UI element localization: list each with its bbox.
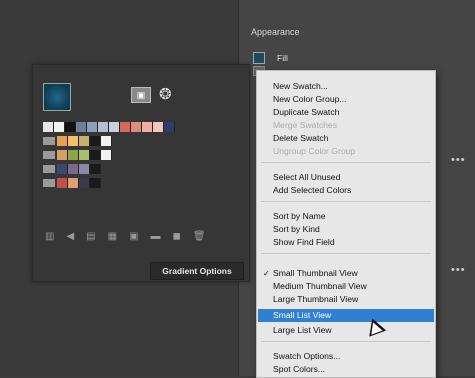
color-swatch[interactable]	[68, 150, 79, 160]
menu-item-sort-by-name[interactable]: Sort by Name	[273, 210, 326, 222]
menu-item-sort-by-kind[interactable]: Sort by Kind	[273, 223, 320, 235]
delete-swatch-icon[interactable]: 🗑	[193, 231, 206, 242]
color-swatch[interactable]	[98, 122, 109, 132]
color-swatch[interactable]	[68, 178, 79, 188]
color-swatch[interactable]	[101, 150, 112, 160]
menu-item-swatch-options[interactable]: Swatch Options...	[273, 350, 340, 362]
more-options-icon[interactable]: •••	[451, 264, 466, 276]
color-swatch[interactable]	[164, 122, 175, 132]
swatch-row-2	[43, 136, 112, 146]
menu-item-small-thumbnail-view[interactable]: Small Thumbnail View	[273, 267, 358, 279]
menu-item-spot-colors[interactable]: Spot Colors...	[273, 363, 325, 375]
menu-item-duplicate-swatch[interactable]: Duplicate Swatch	[273, 106, 339, 118]
menu-item-select-all-unused[interactable]: Select All Unused	[273, 171, 340, 183]
menu-item-delete-swatch[interactable]: Delete Swatch	[273, 132, 328, 144]
menu-item-merge-swatches: Merge Swatches	[273, 120, 338, 130]
color-swatch[interactable]	[109, 122, 120, 132]
color-blend-icon[interactable]: ❂	[159, 85, 172, 103]
color-swatch[interactable]	[120, 122, 131, 132]
menu-item-large-list-view[interactable]: Large List View	[273, 324, 332, 336]
color-swatch[interactable]	[153, 122, 164, 132]
current-fill-swatch[interactable]	[43, 83, 71, 111]
color-swatch[interactable]	[57, 178, 68, 188]
color-swatch[interactable]	[43, 122, 54, 132]
menu-item-small-list-view[interactable]: Small List View	[273, 309, 331, 321]
swatches-panel-menu: ✓ New Swatch... New Color Group... Dupli…	[256, 70, 436, 378]
library-icon[interactable]: ▥	[45, 231, 54, 242]
menu-item-ungroup-color-group: Ungroup Color Group	[273, 146, 356, 156]
color-swatch[interactable]	[65, 122, 76, 132]
fill-swatch[interactable]	[253, 52, 265, 64]
menu-separator	[261, 341, 431, 342]
color-swatch[interactable]	[57, 164, 68, 174]
swatch-row-4	[43, 164, 101, 174]
gradient-options-button[interactable]: Gradient Options	[150, 262, 244, 280]
menu-separator	[261, 253, 431, 254]
color-group-folder-icon[interactable]	[43, 137, 55, 145]
color-swatch[interactable]	[90, 150, 101, 160]
color-group-folder-icon[interactable]	[43, 151, 55, 159]
menu-item-large-thumbnail-view[interactable]: Large Thumbnail View	[273, 293, 358, 305]
color-swatch[interactable]	[57, 150, 68, 160]
swatch-row-3	[43, 150, 112, 160]
new-color-group-icon[interactable]: ▬	[151, 231, 161, 242]
color-group-folder-icon[interactable]	[43, 165, 55, 173]
menu-separator	[261, 201, 431, 202]
color-group-icon[interactable]: ▦	[108, 231, 117, 242]
color-swatch[interactable]	[68, 164, 79, 174]
color-swatch[interactable]	[90, 136, 101, 146]
menu-item-new-swatch[interactable]: New Swatch...	[273, 80, 328, 92]
color-group-folder-icon[interactable]	[43, 179, 55, 187]
color-swatch[interactable]	[87, 122, 98, 132]
color-swatch[interactable]	[142, 122, 153, 132]
menu-item-show-find-field[interactable]: Show Find Field	[273, 236, 335, 248]
color-swatch[interactable]	[90, 164, 101, 174]
color-swatch[interactable]	[76, 122, 87, 132]
menu-item-new-color-group[interactable]: New Color Group...	[273, 93, 347, 105]
color-swatch[interactable]	[101, 136, 112, 146]
color-swatch[interactable]	[68, 136, 79, 146]
more-options-icon[interactable]: •••	[451, 154, 466, 166]
check-icon: ✓	[263, 269, 270, 278]
edit-color-group-icon[interactable]: ▣	[129, 231, 138, 242]
swatch-row-1	[43, 122, 175, 132]
swatch-options-icon[interactable]: ▤	[86, 231, 95, 242]
color-swatch[interactable]	[57, 136, 68, 146]
image-swatch-icon[interactable]: ▣	[131, 87, 151, 103]
color-swatch[interactable]	[79, 178, 90, 188]
swatches-panel: ▣ ❂ ▥ ◀ ▤ ▦ ▣ ▬ ◼ 🗑	[32, 64, 250, 282]
color-swatch[interactable]	[79, 150, 90, 160]
fill-label: Fill	[277, 53, 288, 63]
color-swatch[interactable]	[54, 122, 65, 132]
color-swatch[interactable]	[79, 136, 90, 146]
swatch-panel-toolbar: ▥ ◀ ▤ ▦ ▣ ▬ ◼ 🗑	[45, 231, 206, 242]
swatch-row-5	[43, 178, 101, 188]
new-swatch-icon[interactable]: ◼	[173, 231, 181, 242]
appearance-title: Appearance	[251, 27, 300, 37]
color-swatch[interactable]	[131, 122, 142, 132]
color-swatch[interactable]	[90, 178, 101, 188]
menu-item-add-selected-colors[interactable]: Add Selected Colors	[273, 184, 351, 196]
menu-separator	[261, 162, 431, 163]
color-swatch[interactable]	[79, 164, 90, 174]
swatch-kind-icon[interactable]: ◀	[66, 231, 74, 242]
menu-item-medium-thumbnail-view[interactable]: Medium Thumbnail View	[273, 280, 367, 292]
